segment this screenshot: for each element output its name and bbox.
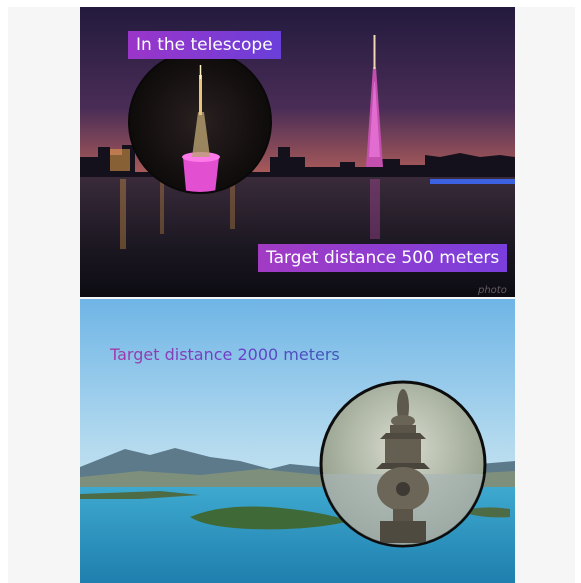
watermark: photo	[478, 285, 507, 296]
caption-target-distance-2000: Target distance 2000 meters	[110, 345, 340, 364]
caption-in-telescope: In the telescope	[128, 31, 281, 59]
lake-scene	[80, 299, 515, 583]
lake-landscape-photo: Target distance 2000 meters	[80, 299, 515, 583]
caption-target-distance-500: Target distance 500 meters	[258, 244, 508, 272]
night-city-photo: In the telescope Target distance 500 met…	[80, 7, 515, 297]
